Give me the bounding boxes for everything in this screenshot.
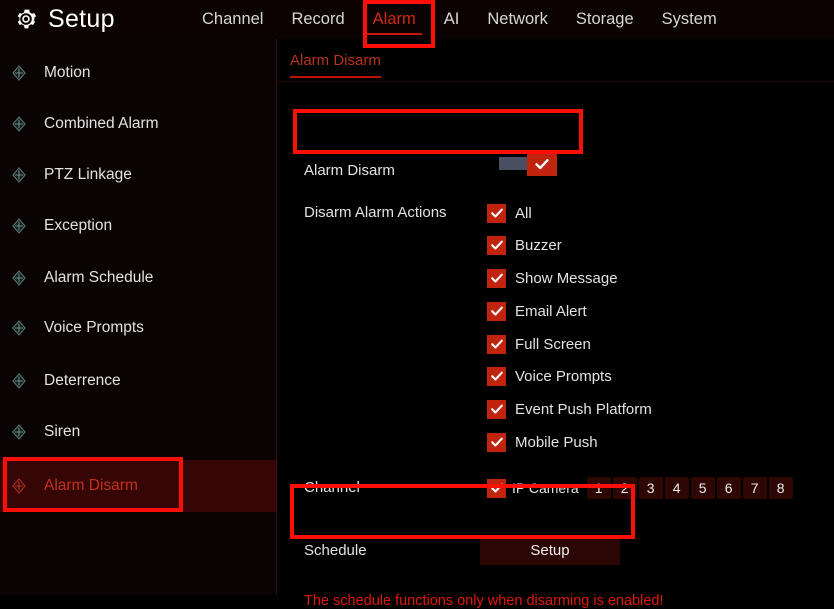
- check-icon: [487, 399, 506, 419]
- diamond-node-icon: [11, 424, 27, 440]
- nav-item-record[interactable]: Record: [277, 0, 358, 39]
- nav-item-channel[interactable]: Channel: [188, 0, 277, 39]
- checkbox-event-push-platform[interactable]: Event Push Platform: [487, 399, 652, 419]
- channel-button-2[interactable]: 2: [612, 477, 637, 499]
- sidebar-item-ptz-linkage[interactable]: PTZ Linkage: [0, 160, 276, 190]
- checkbox-label: Email Alert: [515, 302, 587, 320]
- check-icon: [487, 334, 506, 354]
- nav-item-system[interactable]: System: [648, 0, 731, 39]
- nav-item-alarm[interactable]: Alarm: [359, 0, 430, 39]
- sidebar-item-alarm-schedule[interactable]: Alarm Schedule: [0, 263, 276, 293]
- checkbox-email-alert[interactable]: Email Alert: [487, 301, 587, 321]
- check-icon: [487, 301, 506, 321]
- check-icon[interactable]: [487, 478, 506, 498]
- nav-item-storage[interactable]: Storage: [562, 0, 648, 39]
- channel-number-list: 1 2 3 4 5 6 7 8: [586, 477, 793, 499]
- diamond-node-icon: [11, 65, 27, 81]
- page-title: Setup: [48, 5, 115, 33]
- channel-button-8[interactable]: 8: [768, 477, 793, 499]
- checkbox-label: Show Message: [515, 269, 618, 287]
- channel-button-4[interactable]: 4: [664, 477, 689, 499]
- sidebar-item-combined-alarm[interactable]: Combined Alarm: [0, 109, 276, 139]
- sidebar-item-motion[interactable]: Motion: [0, 58, 276, 88]
- alarm-disarm-toggle[interactable]: [499, 152, 557, 176]
- channel-button-1[interactable]: 1: [586, 477, 611, 499]
- sidebar-item-exception[interactable]: Exception: [0, 211, 276, 241]
- nav-item-network[interactable]: Network: [473, 0, 562, 39]
- tab-alarm-disarm[interactable]: Alarm Disarm: [290, 52, 381, 78]
- sidebar-item-alarm-disarm[interactable]: Alarm Disarm: [0, 460, 276, 512]
- diamond-node-icon: [11, 373, 27, 389]
- ip-camera-label: IP Camera: [512, 480, 579, 496]
- checkbox-voice-prompts[interactable]: Voice Prompts: [487, 366, 612, 386]
- channel-button-3[interactable]: 3: [638, 477, 663, 499]
- sidebar-item-label: Voice Prompts: [44, 319, 144, 336]
- channel-label: Channel: [304, 479, 360, 496]
- diamond-node-icon: [11, 478, 27, 494]
- sidebar-item-label: Combined Alarm: [44, 115, 159, 132]
- schedule-setup-button[interactable]: Setup: [480, 535, 620, 565]
- diamond-node-icon: [11, 218, 27, 234]
- diamond-node-icon: [11, 167, 27, 183]
- sidebar-item-voice-prompts[interactable]: Voice Prompts: [0, 313, 276, 343]
- nav-item-ai[interactable]: AI: [430, 0, 474, 39]
- sidebar-item-label: Motion: [44, 64, 91, 81]
- disarm-alarm-actions-label: Disarm Alarm Actions: [304, 204, 447, 221]
- sidebar-item-deterrence[interactable]: Deterrence: [0, 366, 276, 396]
- check-icon: [487, 268, 506, 288]
- checkbox-mobile-push[interactable]: Mobile Push: [487, 432, 598, 452]
- check-icon: [487, 366, 506, 386]
- check-icon: [487, 235, 506, 255]
- sidebar-item-label: Alarm Disarm: [44, 477, 138, 494]
- checkbox-all[interactable]: All: [487, 203, 532, 223]
- alarm-disarm-label: Alarm Disarm: [304, 162, 395, 179]
- sidebar-item-siren[interactable]: Siren: [0, 417, 276, 447]
- channel-button-7[interactable]: 7: [742, 477, 767, 499]
- schedule-warning-text: The schedule functions only when disarmi…: [304, 593, 664, 609]
- checkbox-label: Full Screen: [515, 335, 591, 353]
- diamond-node-icon: [11, 270, 27, 286]
- checkbox-label: Voice Prompts: [515, 367, 612, 385]
- sidebar-item-label: Alarm Schedule: [44, 269, 154, 286]
- check-icon: [487, 203, 506, 223]
- app-brand: Setup: [14, 4, 115, 34]
- sidebar-item-label: Siren: [44, 423, 81, 440]
- diamond-node-icon: [11, 320, 27, 336]
- checkbox-label: Buzzer: [515, 236, 562, 254]
- tab-divider: [277, 81, 834, 82]
- sidebar-item-label: Deterrence: [44, 372, 121, 389]
- content-pane: Alarm Disarm Alarm Disarm Disarm Alarm A…: [277, 39, 834, 609]
- sidebar: Motion Combined Alarm PTZ Linkage Except…: [0, 39, 277, 595]
- diamond-node-icon: [11, 116, 27, 132]
- check-icon: [534, 156, 550, 172]
- main-navigation: Channel Record Alarm AI Network Storage …: [188, 0, 731, 39]
- channel-selector: IP Camera 1 2 3 4 5 6 7 8: [487, 477, 793, 499]
- checkbox-full-screen[interactable]: Full Screen: [487, 334, 591, 354]
- gear-icon: [14, 7, 38, 31]
- top-bar: Setup Channel Record Alarm AI Network St…: [0, 0, 834, 40]
- channel-button-5[interactable]: 5: [690, 477, 715, 499]
- toggle-knob: [527, 152, 557, 176]
- checkbox-show-message[interactable]: Show Message: [487, 268, 618, 288]
- checkbox-label: All: [515, 204, 532, 222]
- check-icon: [487, 432, 506, 452]
- checkbox-label: Mobile Push: [515, 433, 598, 451]
- channel-button-6[interactable]: 6: [716, 477, 741, 499]
- checkbox-buzzer[interactable]: Buzzer: [487, 235, 562, 255]
- sidebar-item-label: Exception: [44, 217, 113, 234]
- checkbox-label: Event Push Platform: [515, 400, 652, 418]
- schedule-label: Schedule: [304, 542, 367, 559]
- sidebar-item-label: PTZ Linkage: [44, 166, 132, 183]
